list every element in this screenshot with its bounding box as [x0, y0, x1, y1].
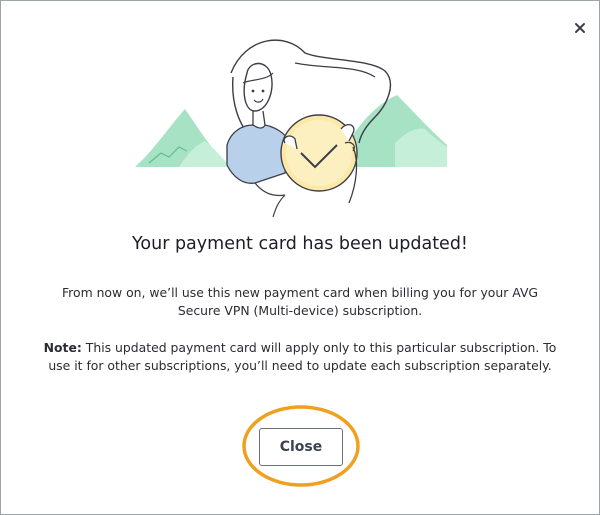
close-button[interactable]: Close — [259, 428, 343, 466]
note-text: This updated payment card will apply onl… — [48, 340, 557, 373]
note-label: Note: — [43, 340, 82, 355]
note-message: Note: This updated payment card will app… — [41, 339, 559, 375]
card-updated-illustration — [135, 39, 447, 217]
shirt-icon — [226, 124, 290, 184]
close-icon[interactable] — [567, 15, 593, 41]
dialog-title: Your payment card has been updated! — [132, 234, 468, 254]
billing-message: From now on, we’ll use this new payment … — [61, 285, 539, 318]
payment-updated-dialog: Your payment card has been updated! From… — [0, 0, 600, 515]
